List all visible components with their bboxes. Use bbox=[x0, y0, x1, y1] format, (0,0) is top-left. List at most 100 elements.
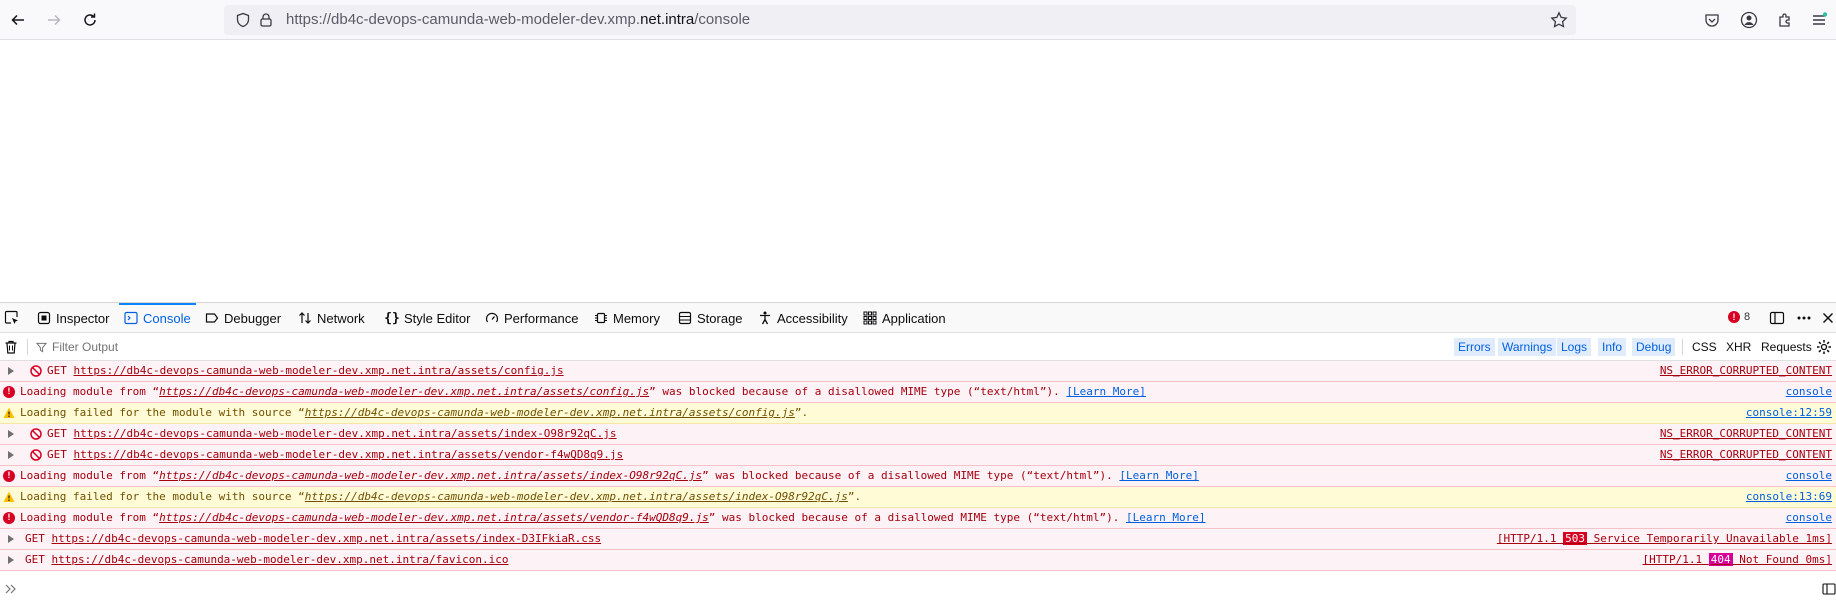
shield-icon[interactable] bbox=[235, 12, 251, 32]
filter-output-input[interactable]: Filter Output bbox=[36, 338, 536, 356]
filter-icon bbox=[36, 342, 47, 353]
message-url-link[interactable]: https://db4c-devops-camunda-web-modeler-… bbox=[305, 406, 795, 419]
console-message[interactable]: GET https://db4c-devops-camunda-web-mode… bbox=[0, 361, 1836, 382]
console-message[interactable]: Loading failed for the module with sourc… bbox=[0, 403, 1836, 424]
pick-element-icon bbox=[4, 310, 18, 324]
console-message[interactable]: ! Loading module from “https://db4c-devo… bbox=[0, 466, 1836, 487]
app-menu-icon[interactable] bbox=[1808, 9, 1830, 31]
expand-toggle[interactable] bbox=[8, 535, 14, 543]
message-source[interactable]: console:13:69 bbox=[1746, 487, 1832, 507]
account-icon[interactable] bbox=[1738, 9, 1760, 31]
tab-console[interactable]: Console bbox=[119, 303, 196, 333]
lock-icon[interactable] bbox=[258, 12, 274, 32]
editor-mode-icon[interactable] bbox=[1822, 582, 1836, 596]
status-badge: 503 bbox=[1563, 532, 1587, 545]
expand-toggle[interactable] bbox=[8, 451, 14, 459]
message-source[interactable]: NS_ERROR_CORRUPTED_CONTENT bbox=[1660, 445, 1832, 465]
console-message[interactable]: GET https://db4c-devops-camunda-web-mode… bbox=[0, 529, 1836, 550]
console-message[interactable]: ! Loading module from “https://db4c-devo… bbox=[0, 382, 1836, 403]
expand-toggle[interactable] bbox=[8, 430, 14, 438]
error-icon: ! bbox=[3, 470, 15, 482]
reload-button[interactable] bbox=[77, 7, 103, 33]
console-message[interactable]: GET https://db4c-devops-camunda-web-mode… bbox=[0, 424, 1836, 445]
tab-memory[interactable]: Memory bbox=[594, 303, 660, 333]
browser-toolbar: https://db4c-devops-camunda-web-modeler-… bbox=[0, 0, 1836, 40]
message-url-link[interactable]: https://db4c-devops-camunda-web-modeler-… bbox=[159, 469, 702, 482]
bookmark-star-icon[interactable] bbox=[1550, 11, 1568, 33]
clear-console-button[interactable] bbox=[3, 339, 19, 358]
devtools-panel: Inspector Console Debugger Network {} Sty… bbox=[0, 302, 1836, 603]
devtools-tabbar: Inspector Console Debugger Network {} Sty… bbox=[0, 303, 1836, 333]
tab-storage[interactable]: Storage bbox=[678, 303, 743, 333]
filter-debug-button[interactable]: Debug bbox=[1632, 338, 1676, 356]
message-source[interactable]: console bbox=[1786, 508, 1832, 528]
learn-more-link[interactable]: [Learn More] bbox=[1126, 511, 1205, 524]
dock-options-button[interactable] bbox=[1769, 303, 1785, 333]
inspector-icon bbox=[37, 311, 51, 325]
close-devtools-button[interactable] bbox=[1822, 303, 1834, 333]
console-settings-button[interactable] bbox=[1816, 339, 1832, 358]
console-filter-bar: Filter Output Errors Warnings Logs Info … bbox=[0, 333, 1836, 361]
expand-toggle[interactable] bbox=[8, 556, 14, 564]
console-message[interactable]: ! Loading module from “https://db4c-devo… bbox=[0, 508, 1836, 529]
filter-warnings-button[interactable]: Warnings bbox=[1498, 338, 1557, 356]
close-icon bbox=[1823, 313, 1833, 323]
blocked-icon bbox=[30, 428, 42, 440]
message-url-link[interactable]: https://db4c-devops-camunda-web-modeler-… bbox=[159, 385, 649, 398]
console-input[interactable] bbox=[0, 574, 1836, 602]
pocket-icon[interactable] bbox=[1701, 9, 1723, 31]
network-icon bbox=[298, 311, 312, 325]
console-icon bbox=[124, 311, 138, 325]
url-bar[interactable]: https://db4c-devops-camunda-web-modeler-… bbox=[224, 5, 1576, 35]
filter-xhr-button[interactable]: XHR bbox=[1722, 338, 1755, 356]
message-url-link[interactable]: https://db4c-devops-camunda-web-modeler-… bbox=[52, 532, 602, 545]
warning-icon bbox=[3, 491, 15, 502]
tab-application[interactable]: Application bbox=[863, 303, 946, 333]
filter-requests-button[interactable]: Requests bbox=[1757, 338, 1816, 356]
console-message[interactable]: GET https://db4c-devops-camunda-web-mode… bbox=[0, 550, 1836, 571]
filter-errors-button[interactable]: Errors bbox=[1454, 338, 1495, 356]
storage-icon bbox=[678, 311, 692, 325]
message-source[interactable]: console bbox=[1786, 382, 1832, 402]
message-url-link[interactable]: https://db4c-devops-camunda-web-modeler-… bbox=[305, 490, 848, 503]
memory-chip-icon bbox=[594, 311, 608, 325]
learn-more-link[interactable]: [Learn More] bbox=[1119, 469, 1198, 482]
more-options-button[interactable] bbox=[1796, 303, 1812, 333]
forward-button[interactable] bbox=[41, 7, 67, 33]
debugger-icon bbox=[205, 311, 219, 325]
message-source[interactable]: console:12:59 bbox=[1746, 403, 1832, 423]
tab-network[interactable]: Network bbox=[298, 303, 365, 333]
message-source[interactable]: [HTTP/1.1 503 Service Temporarily Unavai… bbox=[1497, 529, 1832, 549]
learn-more-link[interactable]: [Learn More] bbox=[1066, 385, 1145, 398]
tab-accessibility[interactable]: Accessibility bbox=[758, 303, 848, 333]
back-button[interactable] bbox=[5, 7, 31, 33]
message-url-link[interactable]: https://db4c-devops-camunda-web-modeler-… bbox=[74, 427, 617, 440]
tab-style-editor[interactable]: {} Style Editor bbox=[384, 303, 470, 333]
warning-icon bbox=[3, 407, 15, 418]
braces-icon: {} bbox=[384, 310, 400, 326]
error-count-badge[interactable]: ! 8 bbox=[1728, 311, 1750, 323]
filter-logs-button[interactable]: Logs bbox=[1557, 338, 1592, 356]
expand-toggle[interactable] bbox=[8, 367, 14, 375]
filter-info-button[interactable]: Info bbox=[1598, 338, 1627, 356]
blocked-icon bbox=[30, 449, 42, 461]
separator bbox=[1682, 339, 1683, 355]
accessibility-icon bbox=[758, 311, 772, 325]
url-text[interactable]: https://db4c-devops-camunda-web-modeler-… bbox=[286, 11, 750, 28]
tab-inspector[interactable]: Inspector bbox=[37, 303, 109, 333]
message-source[interactable]: NS_ERROR_CORRUPTED_CONTENT bbox=[1660, 424, 1832, 444]
filter-css-button[interactable]: CSS bbox=[1688, 338, 1721, 356]
element-picker-button[interactable] bbox=[4, 303, 20, 333]
message-url-link[interactable]: https://db4c-devops-camunda-web-modeler-… bbox=[52, 553, 509, 566]
tab-performance[interactable]: Performance bbox=[485, 303, 578, 333]
tab-debugger[interactable]: Debugger bbox=[205, 303, 281, 333]
message-source[interactable]: console bbox=[1786, 466, 1832, 486]
message-url-link[interactable]: https://db4c-devops-camunda-web-modeler-… bbox=[159, 511, 709, 524]
message-source[interactable]: NS_ERROR_CORRUPTED_CONTENT bbox=[1660, 361, 1832, 381]
message-source[interactable]: [HTTP/1.1 404 Not Found 0ms] bbox=[1643, 550, 1832, 570]
message-url-link[interactable]: https://db4c-devops-camunda-web-modeler-… bbox=[74, 448, 624, 461]
console-message[interactable]: GET https://db4c-devops-camunda-web-mode… bbox=[0, 445, 1836, 466]
message-url-link[interactable]: https://db4c-devops-camunda-web-modeler-… bbox=[74, 364, 564, 377]
extensions-icon[interactable] bbox=[1774, 9, 1796, 31]
console-message[interactable]: Loading failed for the module with sourc… bbox=[0, 487, 1836, 508]
